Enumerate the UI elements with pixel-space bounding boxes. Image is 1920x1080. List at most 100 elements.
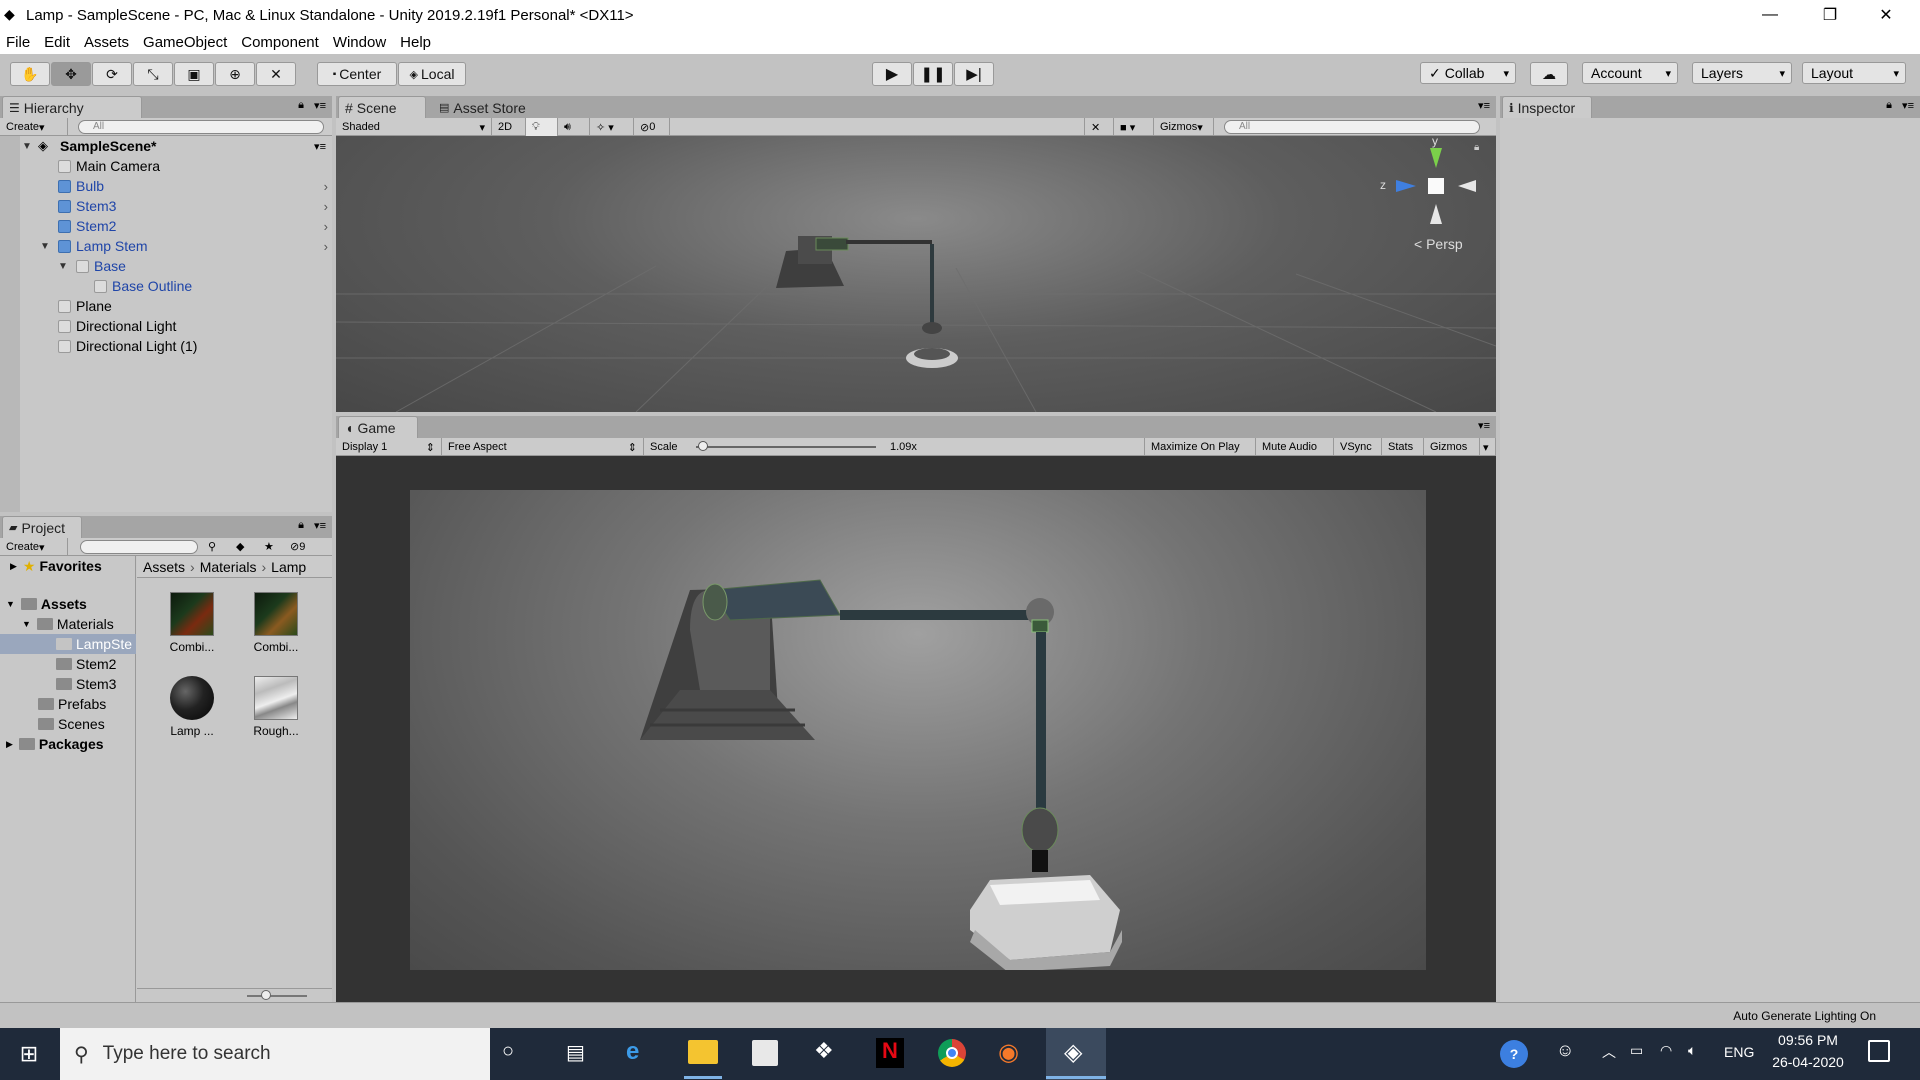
transform-tool-button[interactable]: ⊕ xyxy=(215,62,255,86)
display-dropdown[interactable]: Display 1 ⇕ xyxy=(336,438,442,456)
menu-window[interactable]: Window xyxy=(333,34,386,51)
language-indicator[interactable]: ENG xyxy=(1724,1044,1754,1060)
aspect-dropdown[interactable]: Free Aspect ⇕ xyxy=(442,438,644,456)
expand-arrow-icon[interactable]: ▼ xyxy=(6,599,15,609)
hand-tool-button[interactable]: ✋ xyxy=(10,62,50,86)
rotate-tool-button[interactable]: ⟳ xyxy=(92,62,132,86)
expand-arrow-icon[interactable]: ▼ xyxy=(22,619,31,629)
audio-toggle[interactable]: 🔊︎ xyxy=(558,118,590,136)
thumbnail-size-slider[interactable] xyxy=(137,988,332,1002)
wifi-icon[interactable]: ◠ xyxy=(1660,1042,1672,1059)
hierarchy-item[interactable]: ▼ Base xyxy=(0,256,332,276)
project-search-input[interactable] xyxy=(80,540,198,554)
tools-toggle[interactable]: ✕ xyxy=(1084,118,1114,136)
hierarchy-item[interactable]: Stem3 › xyxy=(0,196,332,216)
task-view-icon[interactable]: ▤ xyxy=(566,1040,585,1065)
scene-root-item[interactable]: ▼ ◈ SampleScene* ▾≡ xyxy=(0,136,332,156)
breadcrumb-item[interactable]: Lamp xyxy=(271,559,306,575)
volume-icon[interactable]: 🔈︎ xyxy=(1688,1042,1696,1059)
pause-button[interactable]: ❚❚ xyxy=(913,62,953,86)
clock-time[interactable]: 09:56 PM xyxy=(1768,1032,1848,1048)
lock-icon[interactable]: 🔒︎ xyxy=(298,99,304,112)
scale-slider[interactable] xyxy=(696,446,876,448)
hierarchy-create-button[interactable]: Create ▾ xyxy=(0,118,68,136)
filter-type-icon[interactable]: ⚲ xyxy=(208,540,216,553)
scale-tool-button[interactable]: ⤡ xyxy=(133,62,173,86)
hierarchy-item[interactable]: ▼ Lamp Stem › xyxy=(0,236,332,256)
expand-arrow-icon[interactable]: ▼ xyxy=(40,241,50,252)
tab-scene[interactable]: # Scene xyxy=(338,96,426,118)
store-icon[interactable] xyxy=(752,1040,778,1066)
layers-dropdown[interactable]: Layers xyxy=(1692,62,1792,84)
game-gizmos-toggle[interactable]: Gizmos xyxy=(1424,438,1480,456)
step-button[interactable]: ▶| xyxy=(954,62,994,86)
lock-icon[interactable]: 🔒︎ xyxy=(1886,99,1892,112)
asset-item[interactable]: Combi... xyxy=(241,592,311,654)
gizmos-dropdown-arrow[interactable]: ▾ xyxy=(1480,438,1496,456)
chrome-icon[interactable] xyxy=(938,1039,966,1067)
expand-arrow-icon[interactable]: ▼ xyxy=(22,141,32,152)
pivot-local-button[interactable]: ◈ Local xyxy=(398,62,466,86)
asset-item[interactable]: Rough... xyxy=(241,676,311,738)
close-button[interactable]: ✕ xyxy=(1863,0,1909,30)
menu-assets[interactable]: Assets xyxy=(84,34,129,51)
layout-dropdown[interactable]: Layout xyxy=(1802,62,1906,84)
shading-mode-dropdown[interactable]: Shaded ▾ xyxy=(336,118,492,136)
chevron-up-icon[interactable]: ︿ xyxy=(1602,1042,1616,1062)
panel-menu-icon[interactable]: ▾≡ xyxy=(1478,99,1490,112)
hierarchy-item[interactable]: Bulb › xyxy=(0,176,332,196)
collab-dropdown[interactable]: ✓ Collab xyxy=(1420,62,1516,84)
hierarchy-item[interactable]: Main Camera xyxy=(0,156,332,176)
maximize-button[interactable]: ❐ xyxy=(1807,0,1853,30)
lighting-toggle[interactable]: 💡︎ xyxy=(526,118,558,136)
lock-icon[interactable]: 🔒︎ xyxy=(1474,142,1479,153)
chevron-right-icon[interactable]: › xyxy=(324,199,328,214)
start-button[interactable]: ⊞ xyxy=(0,1028,58,1080)
netflix-icon[interactable]: N xyxy=(876,1038,904,1068)
vsync-toggle[interactable]: VSync xyxy=(1334,438,1382,456)
2d-toggle[interactable]: 2D xyxy=(492,118,526,136)
battery-icon[interactable]: ▭ xyxy=(1630,1042,1643,1059)
scene-viewport[interactable]: y z < Persp 🔒︎ xyxy=(336,136,1496,412)
account-dropdown[interactable]: Account xyxy=(1582,62,1678,84)
tab-inspector[interactable]: ℹ Inspector xyxy=(1502,96,1592,118)
hierarchy-item[interactable]: Plane xyxy=(0,296,332,316)
tab-asset-store[interactable]: ▤ Asset Store xyxy=(432,96,552,118)
pivot-center-button[interactable]: ▪ Center xyxy=(317,62,397,86)
panel-menu-icon[interactable]: ▾≡ xyxy=(1478,419,1490,432)
hidden-packages-icon[interactable]: ⊘9 xyxy=(290,540,305,553)
hierarchy-item[interactable]: Base Outline xyxy=(0,276,332,296)
rect-tool-button[interactable]: ▣ xyxy=(174,62,214,86)
hidden-objects-toggle[interactable]: ⊘ 0 xyxy=(634,118,670,136)
effects-dropdown[interactable]: ✧ ▾ xyxy=(590,118,634,136)
menu-help[interactable]: Help xyxy=(400,34,431,51)
breadcrumb-item[interactable]: Assets xyxy=(143,559,185,575)
panel-menu-icon[interactable]: ▾≡ xyxy=(314,99,326,112)
menu-component[interactable]: Component xyxy=(241,34,319,51)
folder-item-selected[interactable]: LampSte xyxy=(0,634,136,654)
scale-slider-thumb[interactable] xyxy=(698,441,708,451)
menu-edit[interactable]: Edit xyxy=(44,34,70,51)
expand-arrow-icon[interactable]: ▶ xyxy=(10,561,17,572)
chevron-right-icon[interactable]: › xyxy=(324,179,328,194)
hierarchy-search-input[interactable]: All xyxy=(78,120,324,134)
expand-arrow-icon[interactable]: ▼ xyxy=(58,261,68,272)
expand-arrow-icon[interactable]: ▶ xyxy=(6,739,13,750)
cortana-icon[interactable]: ○ xyxy=(502,1040,514,1063)
slider-thumb[interactable] xyxy=(261,990,271,1000)
hierarchy-item[interactable]: Directional Light (1) xyxy=(0,336,332,356)
file-explorer-icon[interactable] xyxy=(688,1040,718,1064)
unity-taskbar-button[interactable]: ◈ xyxy=(1046,1028,1106,1080)
folder-item[interactable]: ▼ Materials xyxy=(0,614,136,634)
scene-search-input[interactable]: All xyxy=(1224,120,1480,134)
packages-item[interactable]: ▶ Packages xyxy=(0,734,136,754)
gizmos-dropdown[interactable]: Gizmos ▾ xyxy=(1154,118,1214,136)
assets-item[interactable]: ▼ Assets xyxy=(0,594,136,614)
custom-tool-button[interactable]: ✕ xyxy=(256,62,296,86)
folder-item[interactable]: Prefabs xyxy=(0,694,136,714)
hierarchy-item[interactable]: Directional Light xyxy=(0,316,332,336)
chevron-right-icon[interactable]: › xyxy=(324,219,328,234)
edge-icon[interactable]: e xyxy=(626,1038,639,1066)
favorite-star-icon[interactable]: ★ xyxy=(264,540,274,553)
taskbar-search-box[interactable]: ⚲ Type here to search xyxy=(60,1028,490,1080)
